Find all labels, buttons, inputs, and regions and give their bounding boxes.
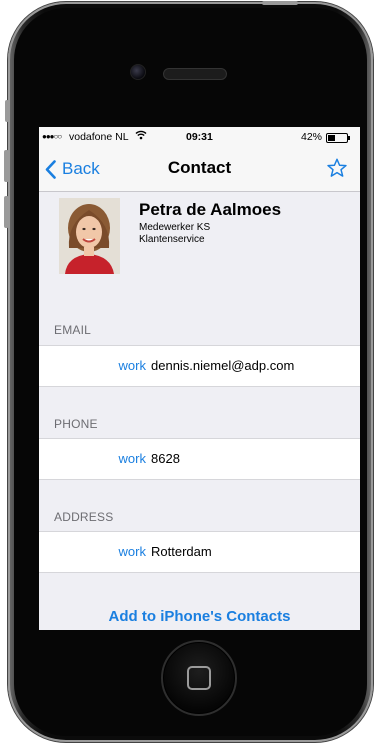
contact-name: Petra de Aalmoes [139, 200, 282, 219]
phone-screen: ●●●○○ vodafone NL 09:31 42% Back Contact [39, 127, 360, 630]
add-to-contacts-button[interactable]: Add to iPhone's Contacts [39, 608, 360, 625]
address-type-label: work [118, 544, 146, 559]
battery-percentage: 42% [301, 131, 323, 143]
contact-header: Petra de Aalmoes Medewerker KS Klantense… [39, 192, 360, 282]
earpiece-speaker [163, 68, 227, 80]
clock: 09:31 [186, 131, 213, 143]
email-section-header: EMAIL [54, 323, 92, 337]
battery-icon [326, 133, 350, 143]
volume-down-button [4, 196, 9, 228]
address-row[interactable]: work Rotterdam [39, 531, 360, 573]
battery-level-fill [328, 135, 335, 141]
power-button [262, 1, 298, 5]
address-section-header: ADDRESS [54, 510, 114, 524]
carrier-name: vodafone NL [69, 131, 129, 143]
address-value: Rotterdam [151, 544, 212, 559]
phone-row[interactable]: work 8628 [39, 438, 360, 480]
email-type-label: work [118, 358, 146, 373]
volume-up-button [4, 150, 9, 182]
battery-nub [348, 136, 350, 140]
phone-type-label: work [118, 451, 146, 466]
mute-switch [5, 100, 9, 122]
page-title: Contact [167, 158, 232, 177]
email-value: dennis.niemel@adp.com [151, 358, 295, 373]
email-row[interactable]: work dennis.niemel@adp.com [39, 345, 360, 387]
favorite-star-icon[interactable] [326, 157, 348, 179]
contact-role: Medewerker KS [139, 222, 211, 233]
front-camera [130, 64, 146, 80]
phone-section-header: PHONE [54, 417, 98, 431]
avatar [59, 198, 120, 274]
contact-department: Klantenservice [139, 234, 205, 245]
home-button[interactable] [161, 640, 237, 716]
home-square-icon [187, 666, 211, 690]
navigation-bar: Back Contact [39, 147, 360, 192]
wifi-icon [135, 130, 147, 143]
signal-strength-icon: ●●●○○ [42, 132, 62, 141]
phone-value: 8628 [151, 451, 180, 466]
status-bar: ●●●○○ vodafone NL 09:31 42% [39, 127, 360, 147]
